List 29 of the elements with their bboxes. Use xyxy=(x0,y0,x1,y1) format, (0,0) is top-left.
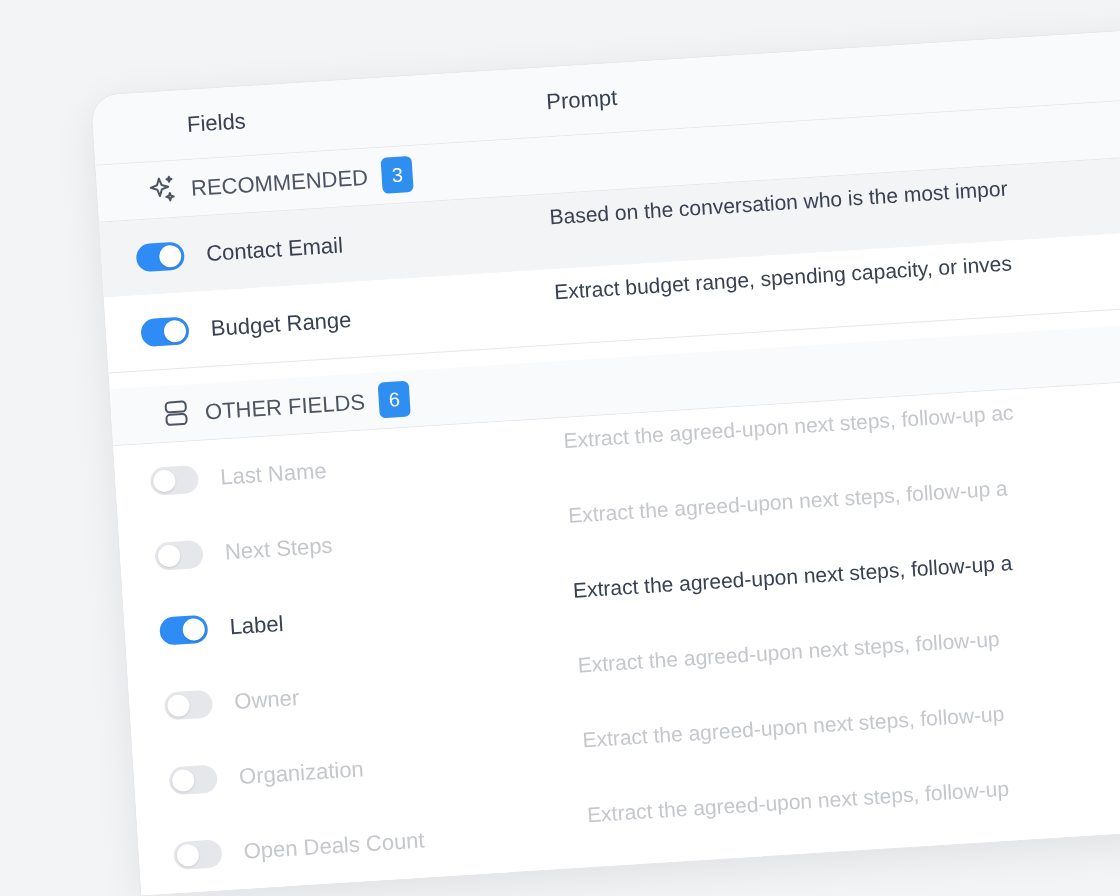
count-badge: 3 xyxy=(380,155,415,194)
prompt-text: Extract the agreed-upon next steps, follow-up ac xyxy=(562,399,1015,454)
toggle-switch[interactable] xyxy=(168,763,218,795)
prompt-column-header: Prompt xyxy=(545,83,619,117)
fields-column-header: Fields xyxy=(186,107,248,139)
toggle-switch[interactable] xyxy=(158,614,209,646)
count-badge: 6 xyxy=(377,380,412,419)
toggle-switch[interactable] xyxy=(154,539,204,571)
section-title: OTHER FIELDS xyxy=(204,387,366,426)
toggle-switch[interactable] xyxy=(149,464,200,496)
prompt-text: Based on the conversation who is the most impor xyxy=(548,175,1009,231)
prompt-text: Extract the agreed-upon next steps, follow-up xyxy=(581,700,1006,754)
field-name: Organization xyxy=(238,755,365,791)
field-name: Last Name xyxy=(219,456,328,492)
prompt-text: Extract the agreed-upon next steps, follow-up xyxy=(576,625,1001,679)
prompt-text: Extract the agreed-upon next steps, follow-up a xyxy=(572,549,1014,604)
field-name: Budget Range xyxy=(209,306,353,343)
prompt-text: Extract the agreed-upon next steps, follow-up xyxy=(586,775,1010,828)
toggle-switch[interactable] xyxy=(173,838,223,870)
toggle-switch[interactable] xyxy=(135,240,186,272)
field-name: Next Steps xyxy=(223,531,334,567)
field-name: Contact Email xyxy=(205,231,344,268)
section-title: RECOMMENDED xyxy=(190,163,369,203)
field-name: Open Deals Count xyxy=(242,826,426,866)
field-name: Label xyxy=(228,609,285,642)
prompt-text: Extract the agreed-upon next steps, follow-up a xyxy=(567,474,1009,529)
field-name: Owner xyxy=(233,684,301,717)
toggle-switch[interactable] xyxy=(140,315,190,347)
prompt-text: Extract budget range, spending capacity, or inves xyxy=(553,250,1013,305)
